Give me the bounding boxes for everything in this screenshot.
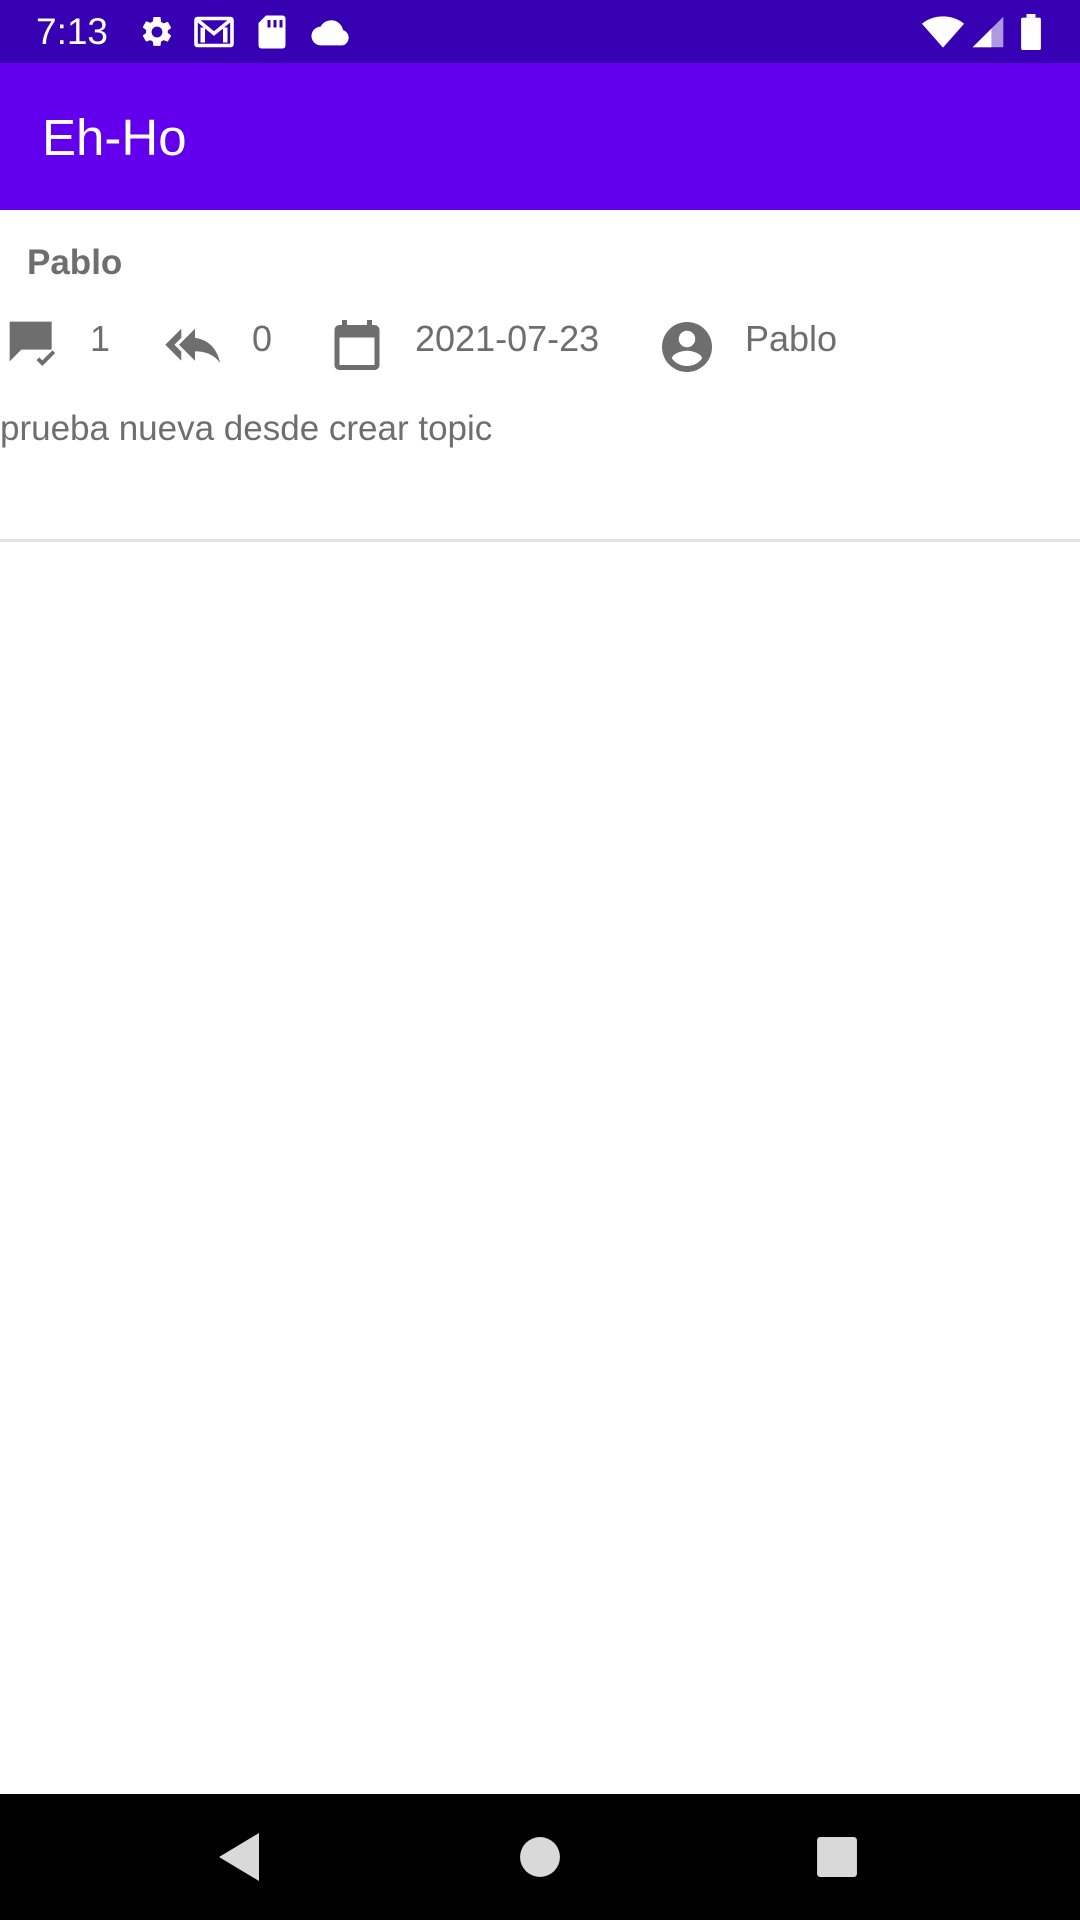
back-icon[interactable] [204, 1822, 274, 1892]
topic-date: 2021-07-23 [415, 318, 600, 359]
topics-list: Pablo 1 0 2021-07-23 Pablo prueba nueva … [0, 210, 1080, 1794]
gmail-icon [192, 14, 236, 50]
topic-author: Pablo [745, 318, 838, 359]
topic-excerpt: prueba nueva desde crear topic [0, 409, 493, 448]
app-title: Eh-Ho [42, 109, 187, 166]
divider [0, 539, 1080, 542]
calendar-icon [326, 314, 388, 376]
replies-count: 0 [252, 318, 273, 359]
settings-icon [138, 14, 176, 50]
recents-icon[interactable] [802, 1822, 872, 1892]
topic-title: Pablo [27, 243, 123, 282]
topic-item[interactable]: Pablo 1 0 2021-07-23 Pablo prueba nueva … [0, 210, 1080, 540]
wifi-icon [920, 14, 966, 50]
cloud-icon [310, 14, 352, 50]
navigation-bar [0, 1794, 1080, 1920]
status-time: 7:13 [36, 11, 109, 52]
posts-icon [4, 316, 62, 374]
reply-all-icon [162, 318, 228, 376]
posts-count: 1 [90, 318, 111, 359]
status-bar: 7:13 [0, 0, 1080, 63]
battery-icon [1018, 14, 1044, 50]
app-bar: Eh-Ho [0, 63, 1080, 210]
home-icon[interactable] [505, 1822, 575, 1892]
cell-signal-icon [970, 14, 1006, 50]
sd-card-icon [256, 14, 288, 50]
account-circle-icon [656, 316, 718, 378]
